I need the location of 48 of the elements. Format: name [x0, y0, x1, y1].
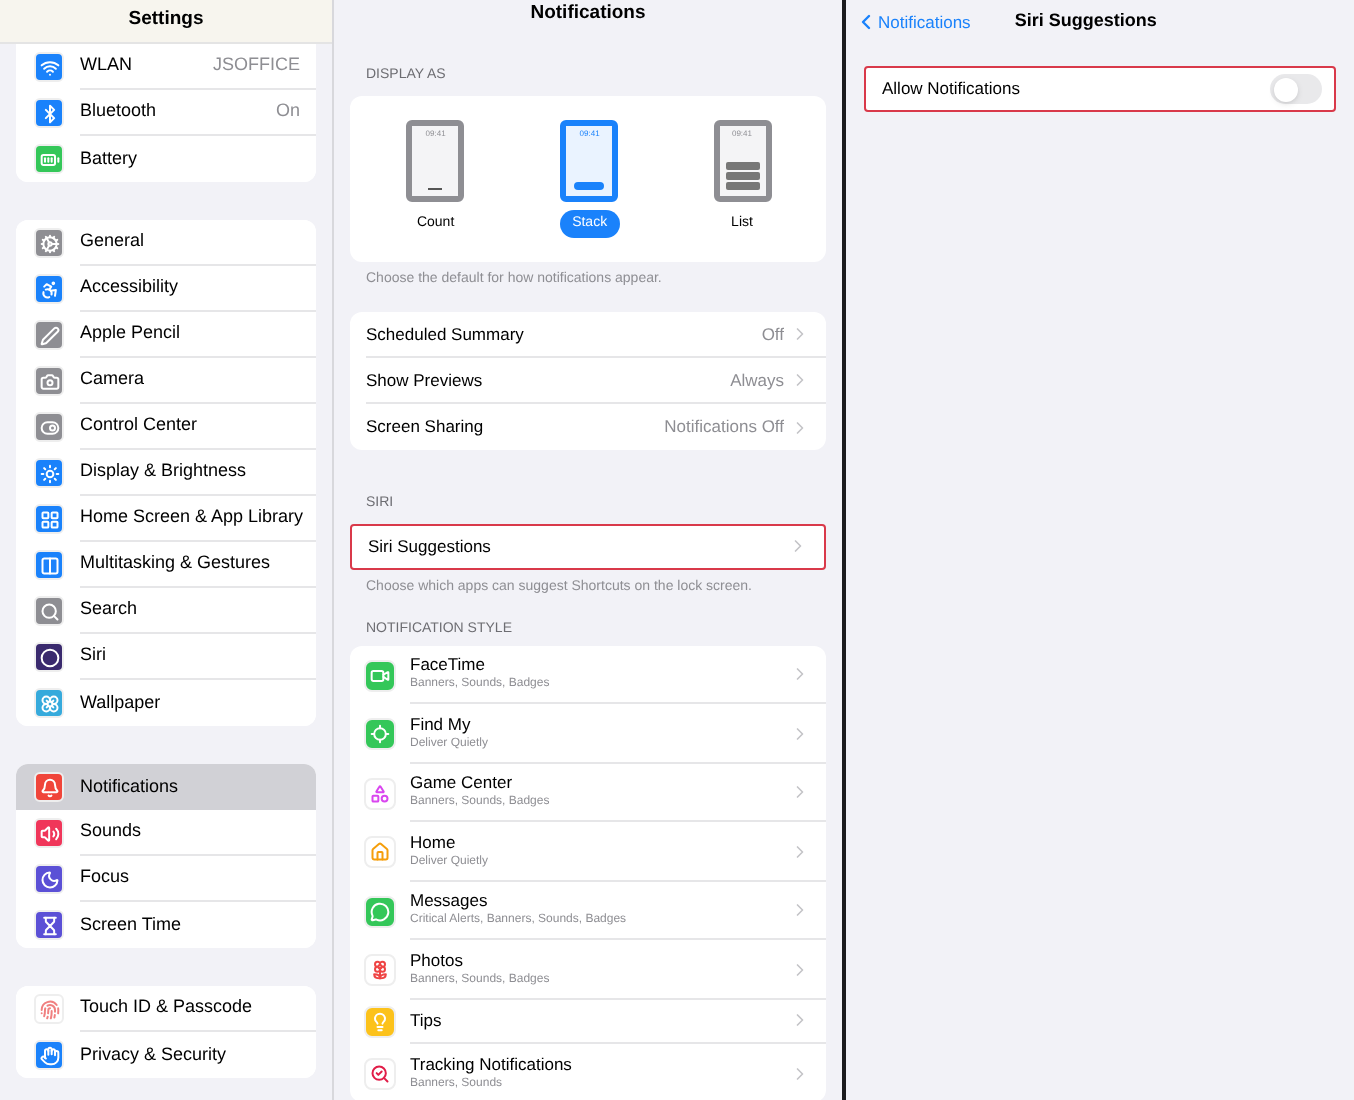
item-label: Display & Brightness — [80, 458, 249, 485]
item-label: Accessibility — [80, 274, 181, 301]
item-label: Wallpaper — [80, 689, 163, 716]
settings-row[interactable]: Screen Sharing Notifications Off — [366, 404, 826, 451]
app-name: Game Center — [410, 772, 515, 794]
item-value: JSOFFICE — [212, 52, 300, 79]
row-label: Show Previews — [366, 367, 485, 394]
app-name: Tips — [410, 1009, 444, 1032]
item-label: General — [80, 228, 147, 255]
item-label: Multitasking & Gestures — [80, 550, 273, 577]
item-label: Screen Time — [80, 911, 184, 938]
panel-title: Notifications — [530, 0, 646, 28]
item-label: Home Screen & App Library — [80, 504, 304, 531]
item-label: Camera — [80, 366, 147, 393]
app-name: FaceTime — [410, 654, 487, 676]
settings-row[interactable]: Show Previews Always — [366, 358, 826, 405]
detail-title: Siri Suggestions — [1014, 8, 1157, 35]
siri-suggestions-row[interactable]: Siri Suggestions — [350, 523, 826, 570]
item-label: Control Center — [80, 412, 200, 439]
item-label: Bluetooth — [80, 98, 159, 125]
sidebar-item[interactable]: Notifications — [16, 764, 316, 810]
item-label: WLAN — [80, 52, 135, 79]
row-value: Off — [761, 321, 784, 348]
row-value: Notifications Off — [664, 414, 784, 441]
item-label: Siri — [80, 642, 108, 669]
toggle-label: Allow Notifications — [882, 76, 1022, 102]
app-name: Find My — [410, 713, 473, 735]
item-label: Touch ID & Passcode — [80, 994, 255, 1021]
item-label: Notifications — [80, 773, 181, 800]
item-label: Focus — [80, 864, 132, 891]
item-label: Search — [80, 596, 140, 623]
sidebar-title: Settings — [128, 6, 204, 35]
toggle-switch[interactable] — [1270, 74, 1322, 104]
app-name: Photos — [410, 949, 465, 971]
item-label: Apple Pencil — [80, 320, 183, 347]
item-value: On — [275, 98, 300, 125]
row-label: Scheduled Summary — [366, 321, 526, 348]
app-name: Messages — [410, 890, 490, 912]
item-label: Battery — [80, 145, 140, 172]
app-name: Home — [410, 831, 458, 853]
row-label: Siri Suggestions — [368, 533, 493, 560]
item-label: Privacy & Security — [80, 1041, 229, 1068]
item-label: Sounds — [80, 818, 144, 845]
app-row[interactable]: Tips — [350, 999, 826, 1044]
app-name: Tracking Notifications — [410, 1053, 574, 1075]
row-value: Always — [730, 367, 784, 394]
settings-row[interactable]: Scheduled Summary Off — [366, 312, 826, 359]
row-label: Screen Sharing — [366, 414, 486, 441]
